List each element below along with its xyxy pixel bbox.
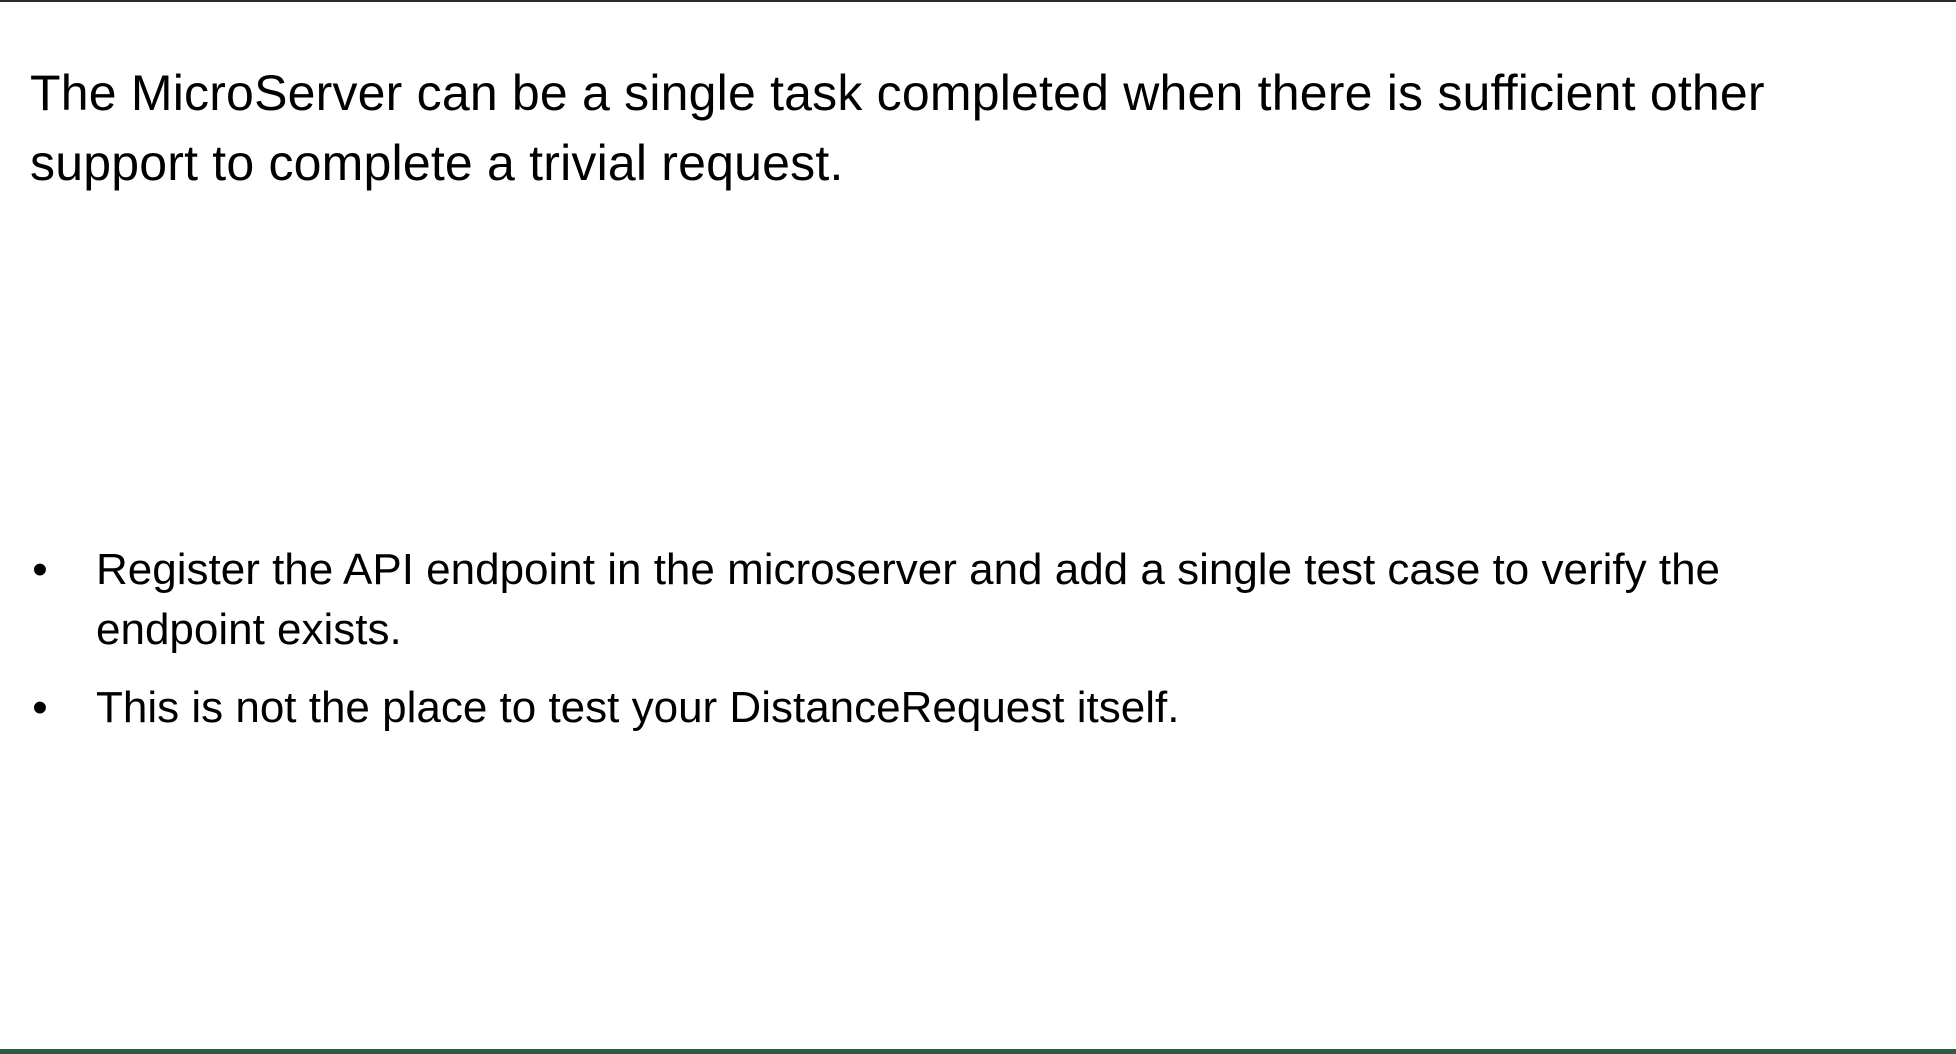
bullet-item: • Register the API endpoint in the micro…: [30, 540, 1890, 660]
bottom-divider: [0, 1049, 1956, 1054]
bullet-icon: •: [32, 683, 48, 732]
bullet-icon: •: [32, 545, 48, 594]
bullet-list: • Register the API endpoint in the micro…: [30, 540, 1890, 756]
bullet-item: • This is not the place to test your Dis…: [30, 678, 1890, 738]
slide-title: The MicroServer can be a single task com…: [30, 65, 1765, 191]
top-divider: [0, 0, 1956, 2]
bullet-text: Register the API endpoint in the microse…: [96, 545, 1721, 654]
slide: The MicroServer can be a single task com…: [0, 0, 1956, 1054]
bullet-text: This is not the place to test your Dista…: [96, 683, 1180, 732]
